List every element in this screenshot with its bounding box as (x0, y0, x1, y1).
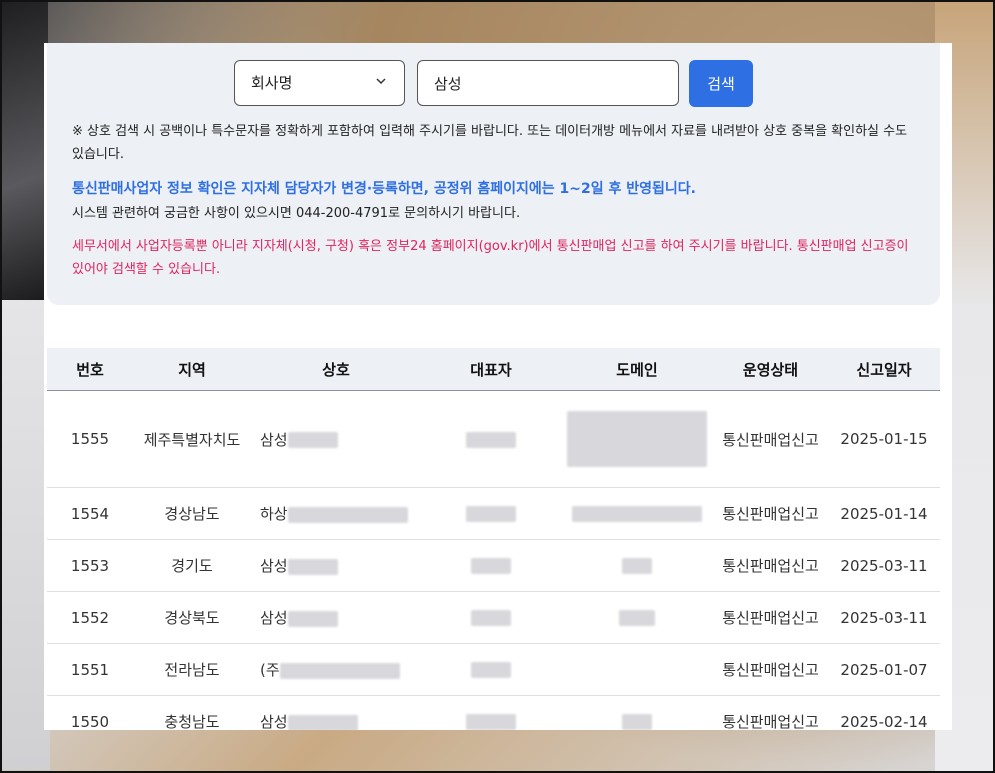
redacted-block (287, 558, 338, 575)
cell-domain[interactable] (561, 487, 713, 540)
redacted-block (471, 662, 511, 678)
clipboard-clip (0, 0, 48, 300)
redacted-block (279, 662, 400, 679)
cell-representative (421, 487, 561, 540)
cell-company[interactable]: 삼성 (251, 390, 421, 488)
table-row[interactable]: 1555 제주특별자치도 삼성 통신판매업신고 2025-01-15 (47, 390, 940, 488)
cell-region: 경상북도 (133, 591, 251, 644)
notice-text: ※ 상호 검색 시 공백이나 특수문자를 정확하게 포함하여 입력해 주시기를 … (72, 124, 908, 162)
header-region: 지역 (133, 348, 251, 391)
cell-no: 1553 (47, 539, 133, 592)
cell-region: 충청남도 (133, 695, 251, 730)
cell-date: 2025-01-14 (828, 487, 940, 540)
warning-notice: 세무서에서 사업자등록뿐 아니라 지자체(시청, 구청) 혹은 정부24 홈페이… (72, 239, 909, 277)
cell-company[interactable]: 삼성 (251, 695, 421, 730)
header-date: 신고일자 (828, 348, 940, 391)
cell-status: 통신판매업신고 (713, 487, 828, 540)
cell-status: 통신판매업신고 (713, 591, 828, 644)
table-row[interactable]: 1554 경상남도 하상 통신판매업신고 2025-01-14 (47, 487, 940, 540)
redacted-block (619, 610, 655, 626)
cell-no: 1551 (47, 643, 133, 696)
header-status: 운영상태 (713, 348, 828, 391)
search-type-value: 회사명 (251, 74, 293, 92)
table-header-row: 번호 지역 상호 대표자 도메인 운영상태 신고일자 (47, 348, 940, 391)
cell-company[interactable]: 하상 (251, 487, 421, 540)
cell-status: 통신판매업신고 (713, 695, 828, 730)
cell-status: 통신판매업신고 (713, 390, 828, 488)
cell-status: 통신판매업신고 (713, 539, 828, 592)
cell-no: 1554 (47, 487, 133, 540)
search-page: 회사명 검색 ※ 상호 검색 시 공백이나 특수문자를 정확하게 포함하여 입력… (44, 43, 952, 730)
table-row[interactable]: 1552 경상북도 삼성 통신판매업신고 2025-03-11 (47, 591, 940, 644)
cell-representative (421, 390, 561, 488)
results-table: 번호 지역 상호 대표자 도메인 운영상태 신고일자 1555 제주특별자치도 … (47, 348, 940, 730)
company-name: (주 (260, 661, 280, 679)
redacted-block (567, 411, 707, 467)
cell-company[interactable]: 삼성 (251, 591, 421, 644)
cell-date: 2025-01-15 (828, 390, 940, 488)
redacted-block (466, 714, 516, 730)
cell-region: 경기도 (133, 539, 251, 592)
table-row[interactable]: 1550 충청남도 삼성 통신판매업신고 2025-02-14 (47, 695, 940, 730)
cell-no: 1552 (47, 591, 133, 644)
cell-representative (421, 591, 561, 644)
cell-region: 전라남도 (133, 643, 251, 696)
company-name: 하상 (260, 505, 288, 523)
cell-region: 경상남도 (133, 487, 251, 540)
background-paper-left (0, 300, 50, 770)
notice-highlight: 통신판매사업자 정보 확인은 지자체 담당자가 변경·등록하면, 공정위 홈페이… (72, 181, 696, 197)
cell-domain[interactable] (561, 591, 713, 644)
header-no: 번호 (47, 348, 133, 391)
header-domain: 도메인 (561, 348, 713, 391)
cell-company[interactable]: (주 (251, 643, 421, 696)
cell-date: 2025-03-11 (828, 591, 940, 644)
table-row[interactable]: 1553 경기도 삼성 통신판매업신고 2025-03-11 (47, 539, 940, 592)
cell-date: 2025-01-07 (828, 643, 940, 696)
cell-status: 통신판매업신고 (713, 643, 828, 696)
cell-representative (421, 695, 561, 730)
cell-region: 제주특별자치도 (133, 390, 251, 488)
redacted-block (287, 432, 338, 448)
redacted-block (471, 558, 511, 574)
cell-company[interactable]: 삼성 (251, 539, 421, 592)
redacted-block (287, 610, 338, 627)
search-panel: 회사명 검색 ※ 상호 검색 시 공백이나 특수문자를 정확하게 포함하여 입력… (47, 43, 940, 305)
cell-date: 2025-03-11 (828, 539, 940, 592)
header-company: 상호 (251, 348, 421, 391)
redacted-block (622, 558, 652, 574)
company-name: 삼성 (260, 430, 288, 449)
search-button[interactable]: 검색 (689, 60, 753, 107)
cell-domain[interactable] (561, 695, 713, 730)
cell-domain[interactable] (561, 390, 713, 488)
redacted-block (287, 714, 358, 730)
cell-representative (421, 643, 561, 696)
redacted-block (572, 506, 702, 522)
company-name: 삼성 (260, 557, 288, 575)
cell-no: 1550 (47, 695, 133, 730)
cell-no: 1555 (47, 390, 133, 488)
cell-domain[interactable] (561, 539, 713, 592)
table-row[interactable]: 1551 전라남도 (주 통신판매업신고 2025-01-07 (47, 643, 940, 696)
redacted-block (466, 431, 516, 448)
company-name: 삼성 (260, 609, 288, 627)
redacted-block (471, 610, 511, 626)
cell-domain (561, 643, 713, 696)
company-name: 삼성 (260, 713, 288, 730)
header-representative: 대표자 (421, 348, 561, 391)
redacted-block (287, 506, 408, 523)
redacted-block (466, 506, 516, 522)
chevron-down-icon (376, 78, 386, 85)
redacted-block (622, 714, 652, 730)
contact-notice: 시스템 관련하여 궁금한 사항이 있으시면 044-200-4791로 문의하시… (72, 206, 521, 221)
search-input[interactable] (417, 60, 679, 106)
search-type-select[interactable]: 회사명 (234, 60, 405, 106)
cell-date: 2025-02-14 (828, 695, 940, 730)
cell-representative (421, 539, 561, 592)
